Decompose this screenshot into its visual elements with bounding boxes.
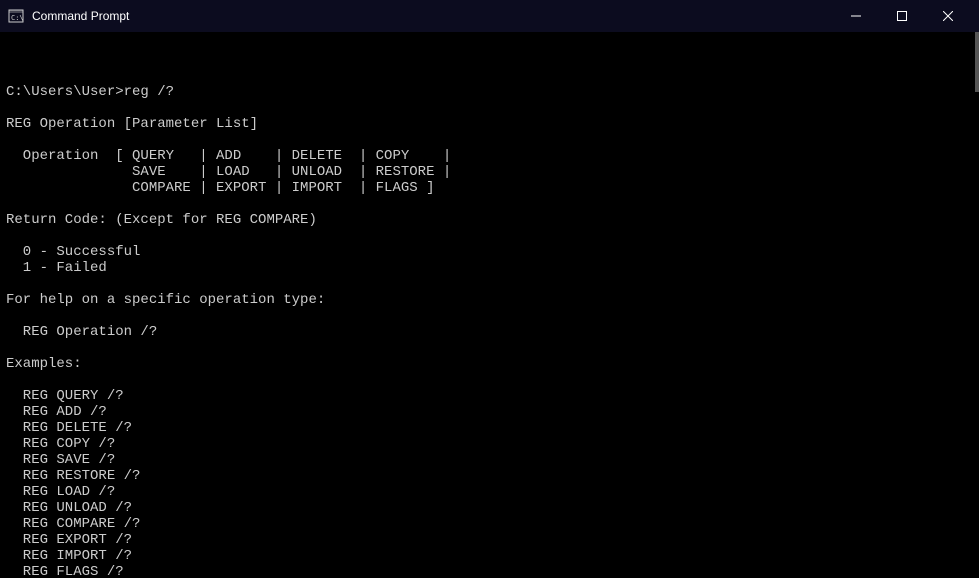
minimize-button[interactable] [833, 0, 879, 32]
window-controls [833, 0, 971, 32]
example-line: REG UNLOAD /? [6, 500, 132, 516]
svg-text:C:\: C:\ [11, 14, 24, 22]
operation-row: COMPARE | EXPORT | IMPORT | FLAGS ] [6, 180, 434, 196]
scrollbar[interactable] [975, 32, 979, 92]
example-line: REG FLAGS /? [6, 564, 124, 578]
return-code-line: 0 - Successful [6, 244, 140, 260]
prompt-line: C:\Users\User>reg /? [6, 84, 174, 100]
prompt-text: C:\Users\User> [6, 84, 124, 100]
titlebar[interactable]: C:\ Command Prompt [0, 0, 979, 32]
example-line: REG LOAD /? [6, 484, 115, 500]
maximize-button[interactable] [879, 0, 925, 32]
example-line: REG RESTORE /? [6, 468, 140, 484]
example-line: REG COPY /? [6, 436, 115, 452]
return-code-line: 1 - Failed [6, 260, 107, 276]
help-usage-line: REG Operation /? [6, 324, 157, 340]
example-line: REG IMPORT /? [6, 548, 132, 564]
example-line: REG COMPARE /? [6, 516, 140, 532]
command-text: reg /? [124, 84, 174, 100]
operation-row: Operation [ QUERY | ADD | DELETE | COPY … [6, 148, 451, 164]
window-title: Command Prompt [32, 9, 833, 23]
help-header: For help on a specific operation type: [6, 292, 325, 308]
example-line: REG DELETE /? [6, 420, 132, 436]
terminal-content: C:\Users\User>reg /? REG Operation [Para… [6, 84, 973, 578]
return-code-header: Return Code: (Except for REG COMPARE) [6, 212, 317, 228]
terminal-area[interactable]: C:\Users\User>reg /? REG Operation [Para… [0, 32, 979, 578]
command-prompt-window: C:\ Command Prompt C:\Users\User>reg /? … [0, 0, 979, 578]
example-line: REG ADD /? [6, 404, 107, 420]
operation-row: SAVE | LOAD | UNLOAD | RESTORE | [6, 164, 451, 180]
examples-header: Examples: [6, 356, 82, 372]
example-line: REG SAVE /? [6, 452, 115, 468]
usage-line: REG Operation [Parameter List] [6, 116, 258, 132]
example-line: REG EXPORT /? [6, 532, 132, 548]
cmd-icon: C:\ [8, 8, 24, 24]
example-line: REG QUERY /? [6, 388, 124, 404]
close-button[interactable] [925, 0, 971, 32]
